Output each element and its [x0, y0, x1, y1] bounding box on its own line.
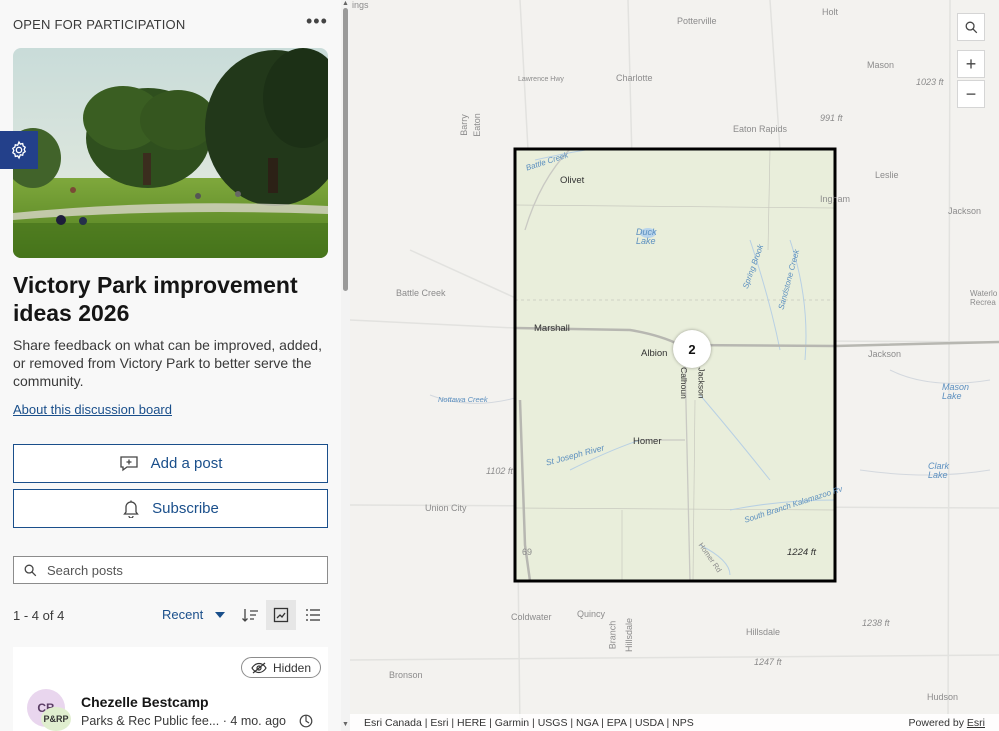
map-label: Hillsdale [746, 627, 781, 637]
list-view-icon [306, 609, 320, 621]
map-label: Waterlo Recrea [970, 289, 998, 307]
map-view[interactable]: Potterville Holt Charlotte Lawrence Hwy … [350, 0, 999, 731]
powered-by: Powered by Esri [909, 717, 985, 729]
results-count: 1 - 4 of 4 [13, 608, 65, 623]
map-label: 69 [522, 547, 533, 557]
globe-icon [299, 714, 313, 728]
map-label: Clark Lake [928, 461, 950, 480]
about-board-link[interactable]: About this discussion board [13, 402, 172, 417]
subscribe-label: Subscribe [152, 500, 219, 517]
map-label: Holt [822, 7, 839, 17]
map-label: 1102 ft [486, 466, 513, 476]
map-label: Albion [641, 348, 668, 359]
hidden-badge: Hidden [241, 657, 322, 678]
powered-by-text: Powered by [908, 716, 964, 729]
add-post-button[interactable]: Add a post [13, 444, 328, 483]
basemap [350, 0, 999, 731]
park-photo [13, 48, 328, 258]
map-attribution: Esri Canada | Esri | HERE | Garmin | USG… [350, 714, 999, 731]
zoom-out-icon: − [965, 83, 977, 104]
post-group[interactable]: Parks & Rec Public fee... [81, 714, 219, 728]
map-label: Nottawa Creek [438, 395, 488, 404]
attribution-text: Esri Canada | Esri | HERE | Garmin | USG… [364, 716, 694, 729]
map-label: Mason Lake [942, 382, 970, 401]
map-label: Ingham [820, 194, 851, 204]
map-label: 1247 ft [754, 657, 782, 667]
zoom-out-button[interactable]: − [957, 80, 985, 108]
scroll-down-icon[interactable]: ▼ [342, 721, 349, 728]
map-label: Homer [633, 436, 662, 447]
map-label: 991 ft [820, 113, 843, 123]
sort-dropdown[interactable]: Recent [162, 607, 226, 622]
search-posts-input[interactable] [47, 562, 307, 578]
map-label: Jackson [696, 367, 707, 399]
discussion-panel: OPEN FOR PARTICIPATION ••• Victory Park … [0, 0, 341, 731]
map-label: Eaton Rapids [733, 124, 788, 134]
map-label: Mason [867, 60, 895, 70]
map-label: Union City [425, 503, 467, 513]
map-label: Charlotte [616, 73, 653, 83]
map-label: Olivet [560, 175, 585, 186]
map-label: Coldwater [511, 612, 552, 622]
post-author[interactable]: Chezelle Bestcamp [81, 694, 209, 710]
post-time: 4 mo. ago [230, 714, 286, 728]
chevron-down-icon [215, 611, 226, 618]
scrollbar-thumb[interactable] [343, 8, 348, 291]
gear-icon [11, 140, 27, 160]
post-meta: Parks & Rec Public fee... · 4 mo. ago [81, 714, 286, 728]
map-label: 1238 ft [862, 618, 890, 628]
search-icon [24, 564, 37, 576]
sort-direction-icon[interactable] [241, 606, 259, 629]
map-label: Duck Lake [636, 227, 657, 246]
group-avatar-badge: P&RP [41, 707, 71, 731]
map-label: Branch [607, 620, 618, 650]
hidden-label: Hidden [273, 660, 312, 675]
list-view-button[interactable] [298, 600, 328, 630]
board-description: Share feedback on what can be improved, … [13, 337, 322, 389]
map-label: Quincy [577, 609, 606, 619]
add-post-icon [119, 455, 138, 471]
hidden-eye-icon [251, 662, 267, 673]
add-post-label: Add a post [150, 455, 223, 472]
grid-view-icon [273, 607, 289, 623]
zoom-in-button[interactable]: + [957, 50, 985, 78]
map-label: Hudson [927, 692, 959, 702]
map-label: Hillsdale [624, 617, 635, 653]
settings-gear-button[interactable] [0, 131, 38, 169]
map-label: Jackson [868, 349, 902, 359]
panel-scrollbar[interactable]: ▲ ▼ [341, 0, 350, 731]
subscribe-button[interactable]: Subscribe [13, 489, 328, 528]
map-label: Leslie [875, 170, 899, 180]
scroll-up-icon[interactable]: ▲ [342, 0, 349, 7]
status-label: OPEN FOR PARTICIPATION [13, 17, 186, 32]
map-search-icon [965, 21, 977, 33]
more-icon[interactable]: ••• [306, 12, 328, 30]
map-label: Battle Creek [396, 288, 446, 298]
zoom-in-icon: + [965, 53, 977, 74]
map-label: ings [352, 0, 369, 10]
map-label: 1023 ft [916, 77, 944, 87]
map-label: Calhoun [678, 367, 689, 399]
page-title: Victory Park improvement ideas 2026 [13, 272, 298, 326]
map-search-button[interactable] [957, 13, 985, 41]
post-card[interactable]: Hidden CB P&RP Chezelle Bestcamp Parks &… [13, 647, 328, 731]
map-label: 1224 ft [787, 547, 817, 558]
sort-label: Recent [162, 607, 204, 622]
grid-view-button[interactable] [266, 600, 296, 630]
map-label: Potterville [677, 16, 717, 26]
post-cluster-marker[interactable]: 2 [673, 330, 711, 368]
map-label: Lawrence Hwy [518, 76, 564, 83]
map-label: Marshall [534, 323, 570, 334]
esri-link[interactable]: Esri [967, 717, 985, 729]
search-posts-field[interactable] [13, 556, 328, 584]
map-label: Jackson [948, 206, 982, 216]
map-label: Bronson [389, 670, 423, 680]
bell-icon [123, 500, 139, 518]
map-label: Eaton [471, 113, 482, 137]
map-label: Barry [458, 114, 469, 136]
